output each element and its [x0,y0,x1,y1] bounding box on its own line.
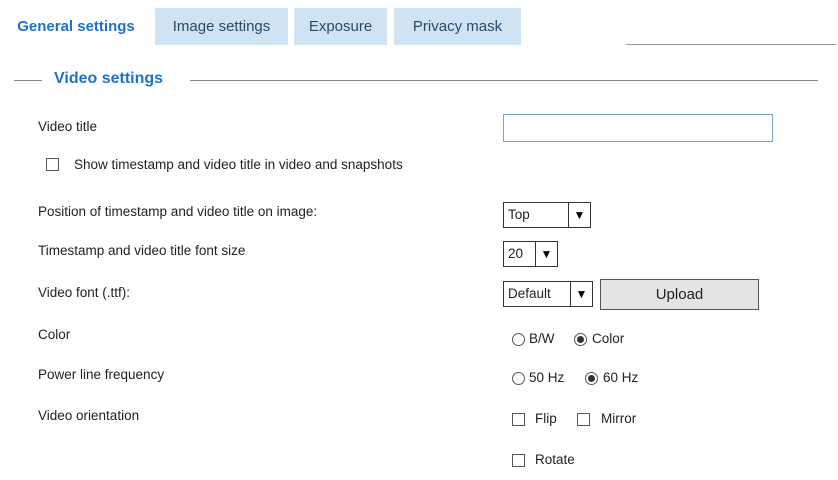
power-50hz-label: 50 Hz [529,370,565,385]
tab-exposure[interactable]: Exposure [294,8,387,45]
rotate-checkbox[interactable] [512,454,525,467]
flip-checkbox[interactable] [512,413,525,426]
color-color-radio[interactable] [574,333,587,346]
position-label: Position of timestamp and video title on… [38,204,318,219]
power-60hz-radio[interactable] [585,372,598,385]
font-select[interactable]: Default ▼ [503,281,593,307]
chevron-down-icon: ▼ [570,282,592,306]
video-title-input[interactable] [503,114,773,142]
tab-divider [626,44,836,45]
color-color-label: Color [592,331,625,346]
mirror-checkbox[interactable] [577,413,590,426]
show-timestamp-checkbox[interactable] [46,158,59,171]
section-title: Video settings [54,70,164,87]
chevron-down-icon: ▼ [535,242,557,266]
flip-label: Flip [535,411,557,426]
show-timestamp-label: Show timestamp and video title in video … [74,157,403,172]
power-line-label: Power line frequency [38,367,165,382]
section-header: Video settings [14,70,818,90]
font-size-label: Timestamp and video title font size [38,243,246,258]
font-label: Video font (.ttf): [38,285,131,300]
position-select[interactable]: Top ▼ [503,202,591,228]
color-label: Color [38,327,71,342]
upload-button[interactable]: Upload [600,279,759,310]
chevron-down-icon: ▼ [568,203,590,227]
section-rule-right [190,80,818,81]
video-title-label: Video title [38,119,98,134]
power-50hz-radio[interactable] [512,372,525,385]
color-bw-label: B/W [529,331,555,346]
tab-privacy-mask[interactable]: Privacy mask [394,8,521,45]
font-value: Default [508,286,551,301]
position-value: Top [508,207,530,222]
tab-bar: General settings Image settings Exposure… [0,0,838,46]
rotate-label: Rotate [535,452,575,467]
tab-image-settings[interactable]: Image settings [155,8,288,45]
mirror-label: Mirror [601,411,637,426]
tab-general-settings[interactable]: General settings [2,8,150,45]
font-size-select[interactable]: 20 ▼ [503,241,558,267]
font-size-value: 20 [508,246,524,261]
video-orientation-label: Video orientation [38,408,140,423]
section-rule-left [14,80,42,81]
power-60hz-label: 60 Hz [603,370,639,385]
color-bw-radio[interactable] [512,333,525,346]
